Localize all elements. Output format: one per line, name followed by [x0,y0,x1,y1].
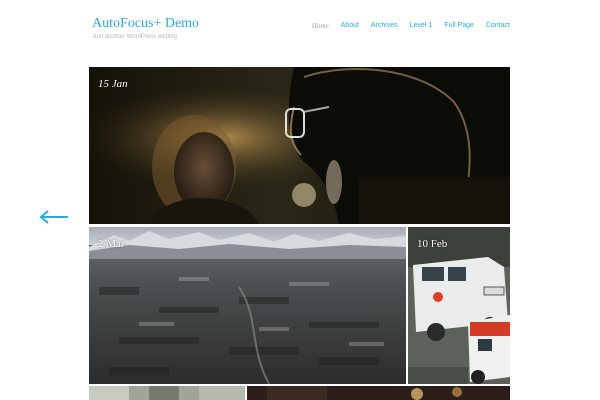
post-image-vans [408,227,510,384]
previous-arrow-icon[interactable] [38,208,70,226]
post-tile-partial-1[interactable] [89,386,245,400]
post-image-cityscape [89,227,406,384]
site-header: AutoFocus+ Demo Just another WordPress w… [92,16,510,56]
post-tile-10-feb[interactable]: 10 Feb [408,227,510,384]
nav-level-1[interactable]: Level 1 [410,22,433,30]
post-image-portrait [89,67,510,224]
main-nav: Home About Archives Level 1 Full Page Co… [300,22,510,30]
post-tile-2-mar[interactable]: 2 Mar [89,227,406,384]
site-title[interactable]: AutoFocus+ Demo [92,16,199,32]
site-description: Just another WordPress weblog [92,34,177,40]
nav-contact[interactable]: Contact [486,22,510,30]
post-date: 15 Jan [98,78,128,90]
post-tile-partial-2[interactable] [247,386,510,400]
post-tile-15-jan[interactable]: 15 Jan [89,67,510,224]
post-date: 2 Mar [98,238,125,250]
nav-home[interactable]: Home [312,22,329,30]
post-date: 10 Feb [417,238,448,250]
post-image-partial [89,386,245,400]
nav-about[interactable]: About [341,22,359,30]
nav-archives[interactable]: Archives [371,22,398,30]
nav-full-page[interactable]: Full Page [444,22,474,30]
post-image-partial [247,386,510,400]
